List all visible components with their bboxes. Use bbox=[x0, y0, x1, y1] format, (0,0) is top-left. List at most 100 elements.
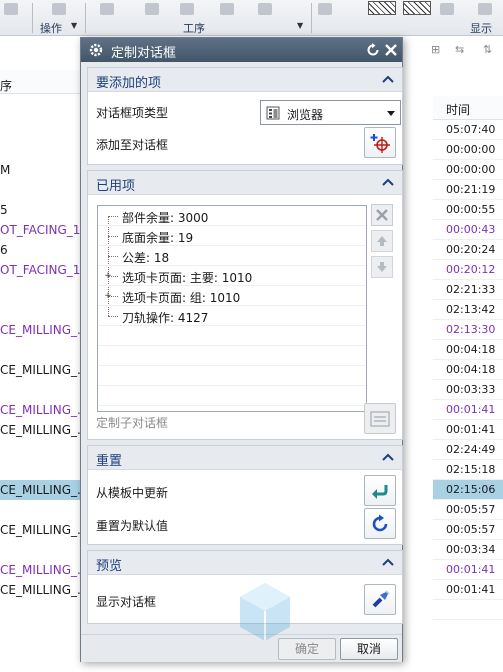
collapse-icon[interactable] bbox=[382, 557, 394, 567]
section-header[interactable]: 预览 bbox=[88, 551, 402, 575]
navigator-row[interactable]: CE_MILLING_... bbox=[0, 320, 80, 340]
section-used-items: 已用项 部件余量: 3000 底面余量: 19 公差: 18 + 选项卡页面: 主要: … bbox=[87, 170, 403, 440]
navigator-row[interactable] bbox=[0, 280, 80, 300]
navigator-row[interactable] bbox=[0, 140, 80, 160]
tree-row[interactable]: 部件余量: 3000 bbox=[98, 206, 366, 226]
section-header[interactable]: 已用项 bbox=[88, 171, 402, 195]
time-cell[interactable]: 00:20:24 bbox=[433, 240, 503, 260]
time-cell[interactable]: 00:21:19 bbox=[433, 180, 503, 200]
expand-icon[interactable]: + bbox=[104, 292, 112, 301]
toolbar-icon[interactable] bbox=[4, 3, 18, 15]
custom-sub-dialog-button[interactable] bbox=[364, 403, 396, 434]
hatch-display-button[interactable] bbox=[403, 1, 431, 15]
navigator-row[interactable] bbox=[0, 440, 80, 460]
chevron-down-icon bbox=[387, 111, 395, 116]
time-cell[interactable]: 00:00:55 bbox=[433, 200, 503, 220]
time-cell[interactable]: 00:00:00 bbox=[433, 160, 503, 180]
navigator-row[interactable] bbox=[0, 600, 80, 620]
navigator-row[interactable]: CE_MILLING_... bbox=[0, 360, 80, 380]
collapse-icon[interactable] bbox=[382, 74, 394, 84]
time-cell[interactable]: 02:15:18 bbox=[433, 460, 503, 480]
time-cell[interactable]: 00:05:57 bbox=[433, 520, 503, 540]
toolbar-icon[interactable] bbox=[258, 3, 272, 15]
update-from-template-button[interactable] bbox=[364, 475, 396, 506]
toolbar-icon[interactable] bbox=[100, 3, 114, 15]
time-cell[interactable]: 00:01:41 bbox=[433, 560, 503, 580]
hatch-display-button[interactable] bbox=[368, 1, 396, 15]
dialog-title-bar[interactable]: 定制对话框 bbox=[81, 38, 402, 62]
navigator-row[interactable]: OT_FACING_1... bbox=[0, 220, 80, 240]
toolbar-icon[interactable] bbox=[440, 3, 454, 15]
time-cell[interactable]: 00:00:43 bbox=[433, 220, 503, 240]
navigator-row[interactable]: M bbox=[0, 160, 80, 180]
time-cell[interactable]: 00:01:41 bbox=[433, 400, 503, 420]
navigator-column-header[interactable]: 序 bbox=[0, 70, 80, 94]
time-cell[interactable]: 02:13:30 bbox=[433, 320, 503, 340]
time-cell[interactable] bbox=[433, 600, 503, 620]
delete-icon[interactable] bbox=[371, 204, 393, 226]
add-to-dialog-button[interactable] bbox=[364, 127, 396, 158]
reset-default-button[interactable] bbox=[364, 508, 396, 539]
section-header[interactable]: 要添加的项 bbox=[88, 68, 402, 92]
time-cell[interactable]: 00:20:12 bbox=[433, 260, 503, 280]
navigator-row[interactable] bbox=[0, 180, 80, 200]
chevron-down-icon[interactable]: ▼ bbox=[71, 21, 77, 30]
time-cell[interactable]: 00:01:41 bbox=[433, 420, 503, 440]
navigator-row[interactable]: CE_MILLING_... bbox=[0, 420, 80, 440]
collapse-icon[interactable] bbox=[382, 177, 394, 187]
time-cell[interactable]: 00:05:57 bbox=[433, 500, 503, 520]
move-down-icon[interactable] bbox=[371, 256, 393, 278]
navigator-row[interactable] bbox=[0, 460, 80, 480]
time-cell[interactable]: 02:15:06 bbox=[433, 480, 503, 500]
tree-row bbox=[98, 346, 366, 366]
navigator-row[interactable]: CE_MILLING_... bbox=[0, 480, 80, 500]
time-cell[interactable]: 00:04:18 bbox=[433, 360, 503, 380]
item-type-select[interactable]: 浏览器 bbox=[260, 100, 401, 125]
toolbar-icon[interactable] bbox=[318, 3, 332, 15]
tool-icon[interactable]: ⇅ bbox=[483, 43, 492, 56]
tree-row[interactable]: 公差: 18 bbox=[98, 246, 366, 266]
navigator-row[interactable] bbox=[0, 380, 80, 400]
time-cell[interactable]: 00:00:00 bbox=[433, 140, 503, 160]
tree-row[interactable]: 刀轨操作: 4127 bbox=[98, 306, 366, 326]
tool-icon[interactable]: ⊞ bbox=[431, 43, 440, 56]
expand-icon[interactable]: + bbox=[104, 272, 112, 281]
time-cell[interactable]: 05:07:40 bbox=[433, 120, 503, 140]
tree-row[interactable]: + 选项卡页面: 组: 1010 bbox=[98, 286, 366, 306]
tree-row[interactable]: 底面余量: 19 bbox=[98, 226, 366, 246]
time-cell[interactable]: 00:03:33 bbox=[433, 380, 503, 400]
toolbar-icon[interactable] bbox=[145, 3, 159, 15]
time-cell[interactable]: 00:03:34 bbox=[433, 540, 503, 560]
collapse-icon[interactable] bbox=[382, 452, 394, 462]
close-icon[interactable] bbox=[383, 42, 399, 58]
navigator-row[interactable]: OT_FACING_1... bbox=[0, 260, 80, 280]
move-up-icon[interactable] bbox=[371, 230, 393, 252]
time-cell[interactable]: 02:21:33 bbox=[433, 280, 503, 300]
navigator-row[interactable] bbox=[0, 120, 80, 140]
navigator-row[interactable] bbox=[0, 500, 80, 520]
time-cell[interactable]: 00:01:41 bbox=[433, 580, 503, 600]
toolbar-icon[interactable] bbox=[180, 3, 194, 15]
navigator-row[interactable]: CE_MILLING_... bbox=[0, 520, 80, 540]
navigator-row[interactable]: CE_MILLING_... bbox=[0, 400, 80, 420]
time-cell[interactable]: 02:13:42 bbox=[433, 300, 503, 320]
time-cell[interactable]: 02:24:49 bbox=[433, 440, 503, 460]
used-items-tree[interactable]: 部件余量: 3000 底面余量: 19 公差: 18 + 选项卡页面: 主要: 1010… bbox=[97, 205, 367, 412]
reset-icon[interactable] bbox=[365, 42, 381, 58]
navigator-row[interactable] bbox=[0, 300, 80, 320]
toolbar-icon[interactable] bbox=[220, 3, 234, 15]
tool-icon[interactable]: ⇆ bbox=[455, 43, 464, 56]
navigator-row[interactable]: 5 bbox=[0, 200, 80, 220]
chevron-down-icon[interactable]: ▼ bbox=[297, 21, 303, 30]
navigator-row[interactable]: CE_MILLING_... bbox=[0, 560, 80, 580]
toolbar-icon[interactable] bbox=[478, 3, 492, 15]
navigator-row[interactable]: 6 bbox=[0, 240, 80, 260]
navigator-row[interactable] bbox=[0, 540, 80, 560]
navigator-row[interactable]: CE_MILLING_... bbox=[0, 580, 80, 600]
navigator-row[interactable] bbox=[0, 340, 80, 360]
time-cell[interactable]: 00:04:18 bbox=[433, 340, 503, 360]
section-header[interactable]: 重置 bbox=[88, 446, 402, 470]
tree-row[interactable]: + 选项卡页面: 主要: 1010 bbox=[98, 266, 366, 286]
time-column-header[interactable]: 时间 bbox=[433, 96, 503, 120]
toolbar-icon[interactable] bbox=[52, 3, 66, 15]
